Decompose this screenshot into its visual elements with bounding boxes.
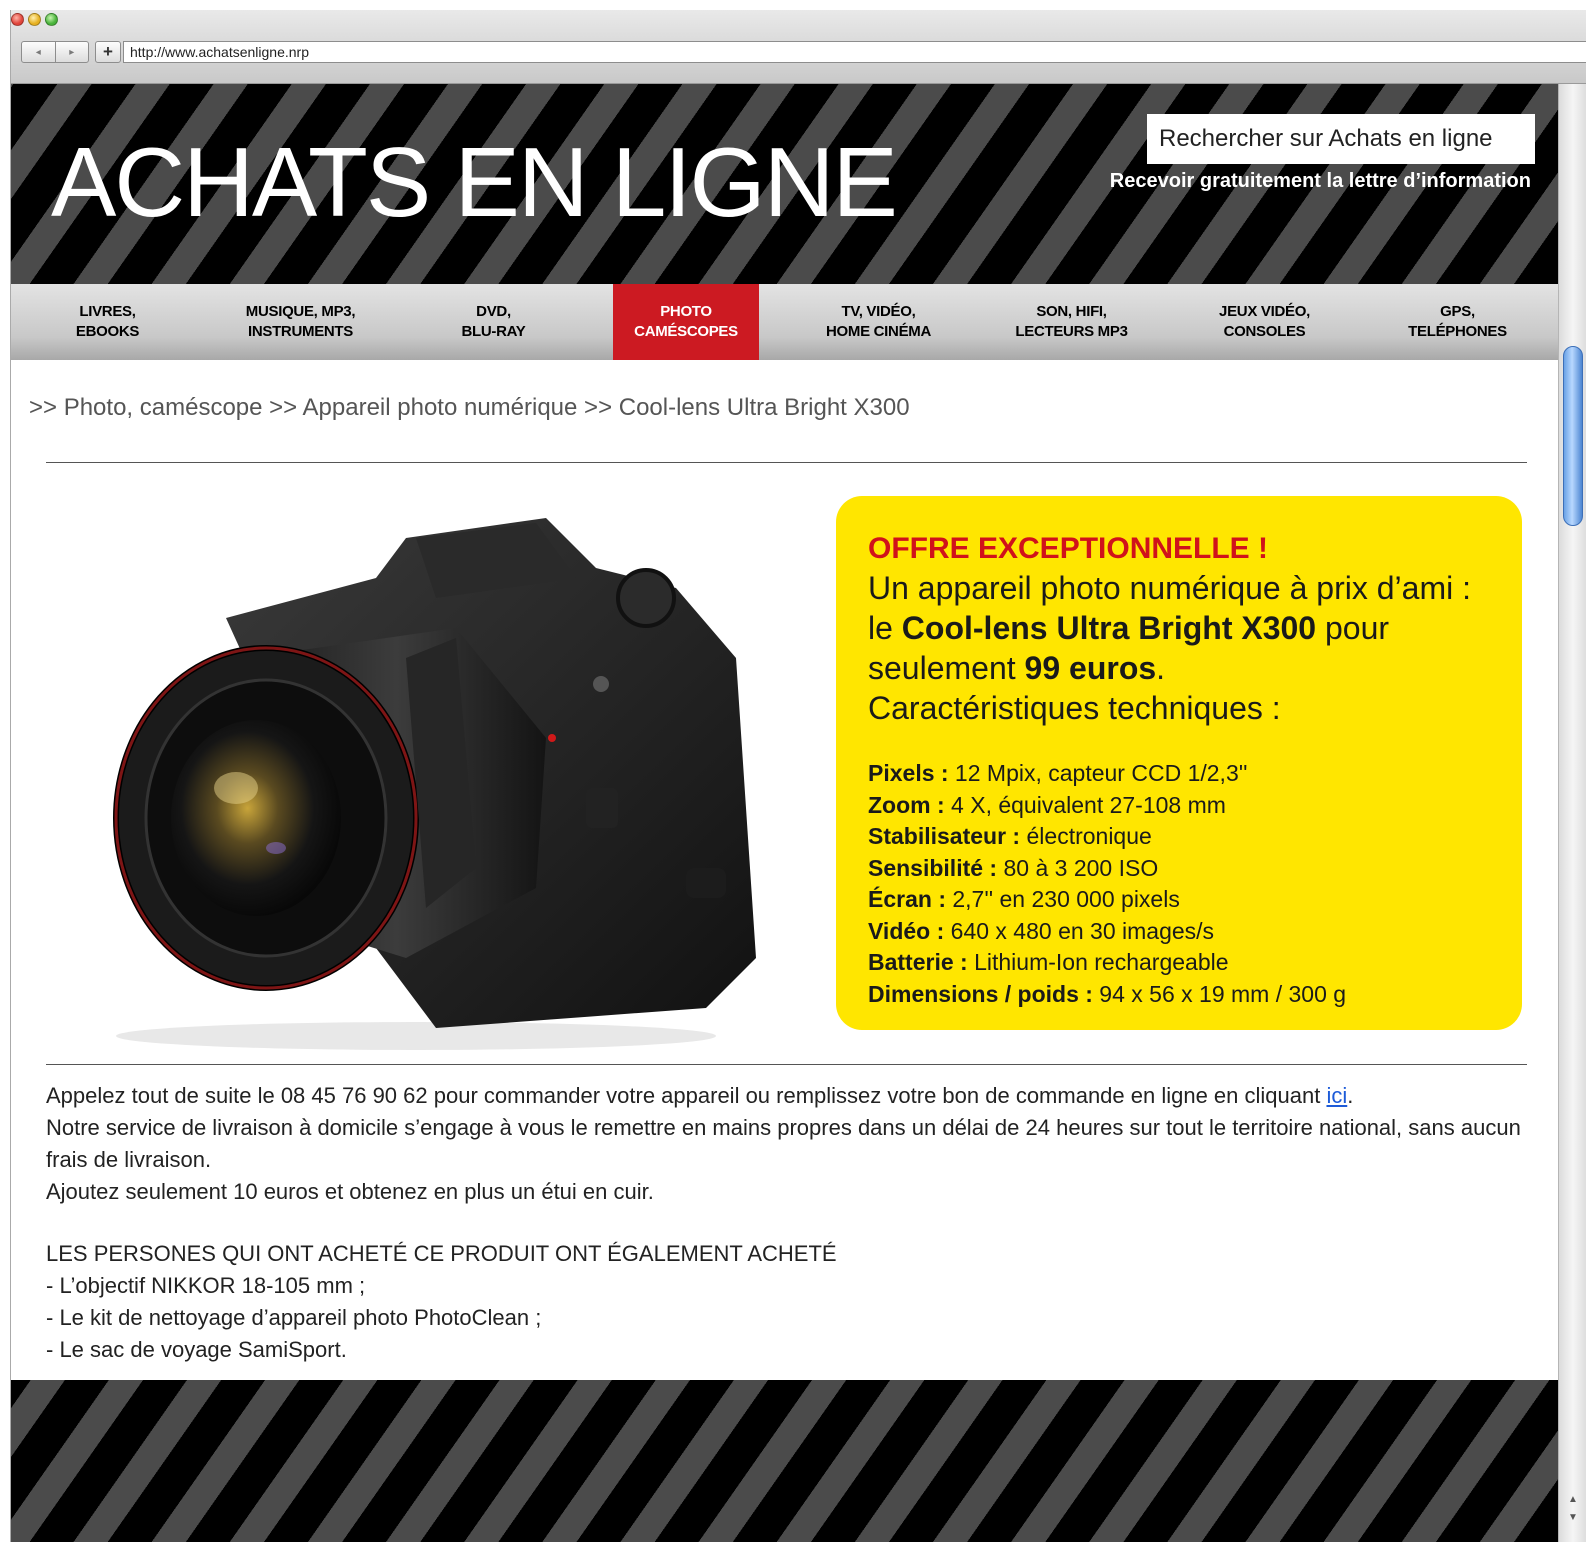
history-buttons: ◂ ▸ bbox=[21, 41, 89, 63]
spec-dimensions: Dimensions / poids : 94 x 56 x 19 mm / 3… bbox=[868, 980, 1347, 1007]
delivery-paragraph: Notre service de livraison à domicile s’… bbox=[46, 1115, 1521, 1172]
offer-line-2: le Cool-lens Ultra Bright X300 pour bbox=[868, 610, 1390, 646]
plus-icon[interactable]: + bbox=[95, 41, 121, 63]
product-camera-image bbox=[113, 518, 756, 1050]
browser-window: ◂ ▸ + http://www.achatsenligne.nrp ACHAT… bbox=[10, 10, 1586, 1542]
window-controls bbox=[11, 13, 58, 26]
related-item: - L’objectif NIKKOR 18-105 mm ; bbox=[46, 1273, 366, 1298]
spec-list: Pixels : 12 Mpix, capteur CCD 1/2,3'' Zo… bbox=[868, 758, 1492, 1010]
menu-item-jeux[interactable]: JEUX VIDÉO, CONSOLES bbox=[1168, 284, 1361, 360]
offer-line-3: seulement 99 euros. bbox=[868, 650, 1166, 686]
offer-box: OFFRE EXCEPTIONNELLE ! Un appareil photo… bbox=[836, 496, 1522, 1030]
scroll-down-icon[interactable]: ▼ bbox=[1563, 1512, 1583, 1526]
spec-ecran: Écran : 2,7'' en 230 000 pixels bbox=[868, 886, 1180, 912]
category-menu: LIVRES, EBOOKS MUSIQUE, MP3, INSTRUMENTS D… bbox=[11, 284, 1558, 360]
newsletter-link[interactable]: Recevoir gratuitement la lettre d’inform… bbox=[1001, 170, 1531, 193]
close-window-button[interactable] bbox=[11, 13, 24, 26]
site-logo[interactable]: ACHATS EN LIGNE bbox=[51, 126, 898, 239]
related-item: - Le sac de voyage SamiSport. bbox=[46, 1337, 347, 1362]
vertical-scrollbar[interactable]: ▲ ▼ bbox=[1558, 84, 1586, 1542]
order-link[interactable]: ici bbox=[1326, 1083, 1347, 1108]
breadcrumb[interactable]: >> Photo, caméscope >> Appareil photo nu… bbox=[29, 394, 910, 422]
menu-item-dvd[interactable]: DVD, BLU-RAY bbox=[397, 284, 590, 360]
offer-title: OFFRE EXCEPTIONNELLE ! bbox=[868, 532, 1269, 565]
spec-zoom: Zoom : 4 X, équivalent 27-108 mm bbox=[868, 791, 1226, 818]
scroll-thumb[interactable] bbox=[1563, 346, 1583, 526]
order-paragraph: Appelez tout de suite le 08 45 76 90 62 … bbox=[46, 1083, 1354, 1108]
spec-stabilisateur: Stabilisateur : électronique bbox=[868, 823, 1152, 849]
web-page: ACHATS EN LIGNE Rechercher sur Achats en… bbox=[11, 84, 1558, 1542]
related-item: - Le kit de nettoyage d’appareil photo P… bbox=[46, 1305, 542, 1330]
address-bar[interactable]: http://www.achatsenligne.nrp bbox=[123, 41, 1586, 63]
order-info: Appelez tout de suite le 08 45 76 90 62 … bbox=[46, 1080, 1536, 1208]
site-header: ACHATS EN LIGNE Rechercher sur Achats en… bbox=[11, 84, 1558, 284]
scroll-up-icon[interactable]: ▲ bbox=[1563, 1494, 1583, 1508]
browser-toolbar: ◂ ▸ + http://www.achatsenligne.nrp bbox=[11, 10, 1586, 84]
offer-line-4: Caractéristiques techniques : bbox=[868, 690, 1281, 726]
product-price: 99 euros bbox=[1024, 650, 1157, 686]
menu-item-gps[interactable]: GPS, TELÉPHONES bbox=[1361, 284, 1554, 360]
divider bbox=[46, 1064, 1527, 1065]
menu-item-photo[interactable]: PHOTO CAMÉSCOPES bbox=[613, 284, 759, 360]
related-heading: LES PERSONES QUI ONT ACHETÉ CE PRODUIT O… bbox=[46, 1241, 837, 1266]
spec-sensibilite: Sensibilité : 80 à 3 200 ISO bbox=[868, 854, 1159, 881]
related-products: LES PERSONES QUI ONT ACHETÉ CE PRODUIT O… bbox=[46, 1238, 837, 1366]
forward-arrow-icon[interactable]: ▸ bbox=[54, 42, 89, 62]
menu-item-son[interactable]: SON, HIFI, LECTEURS MP3 bbox=[975, 284, 1168, 360]
back-arrow-icon[interactable]: ◂ bbox=[22, 42, 55, 62]
search-input[interactable]: Rechercher sur Achats en ligne bbox=[1147, 114, 1535, 164]
offer-line-1: Un appareil photo numérique à prix d’ami… bbox=[868, 570, 1471, 606]
spec-video: Vidéo : 640 x 480 en 30 images/s bbox=[868, 917, 1215, 944]
menu-item-livres[interactable]: LIVRES, EBOOKS bbox=[11, 284, 204, 360]
minimize-window-button[interactable] bbox=[28, 13, 41, 26]
case-offer-paragraph: Ajoutez seulement 10 euros et obtenez en… bbox=[46, 1179, 654, 1204]
spec-batterie: Batterie : Lithium-Ion rechargeable bbox=[868, 949, 1229, 975]
product-name: Cool-lens Ultra Bright X300 bbox=[901, 610, 1317, 646]
zoom-window-button[interactable] bbox=[45, 13, 58, 26]
site-footer bbox=[11, 1380, 1558, 1542]
menu-item-musique[interactable]: MUSIQUE, MP3, INSTRUMENTS bbox=[204, 284, 397, 360]
divider bbox=[46, 462, 1527, 463]
spec-pixels: Pixels : 12 Mpix, capteur CCD 1/2,3'' bbox=[868, 760, 1248, 786]
menu-item-tv[interactable]: TV, VIDÉO, HOME CINÉMA bbox=[782, 284, 975, 360]
